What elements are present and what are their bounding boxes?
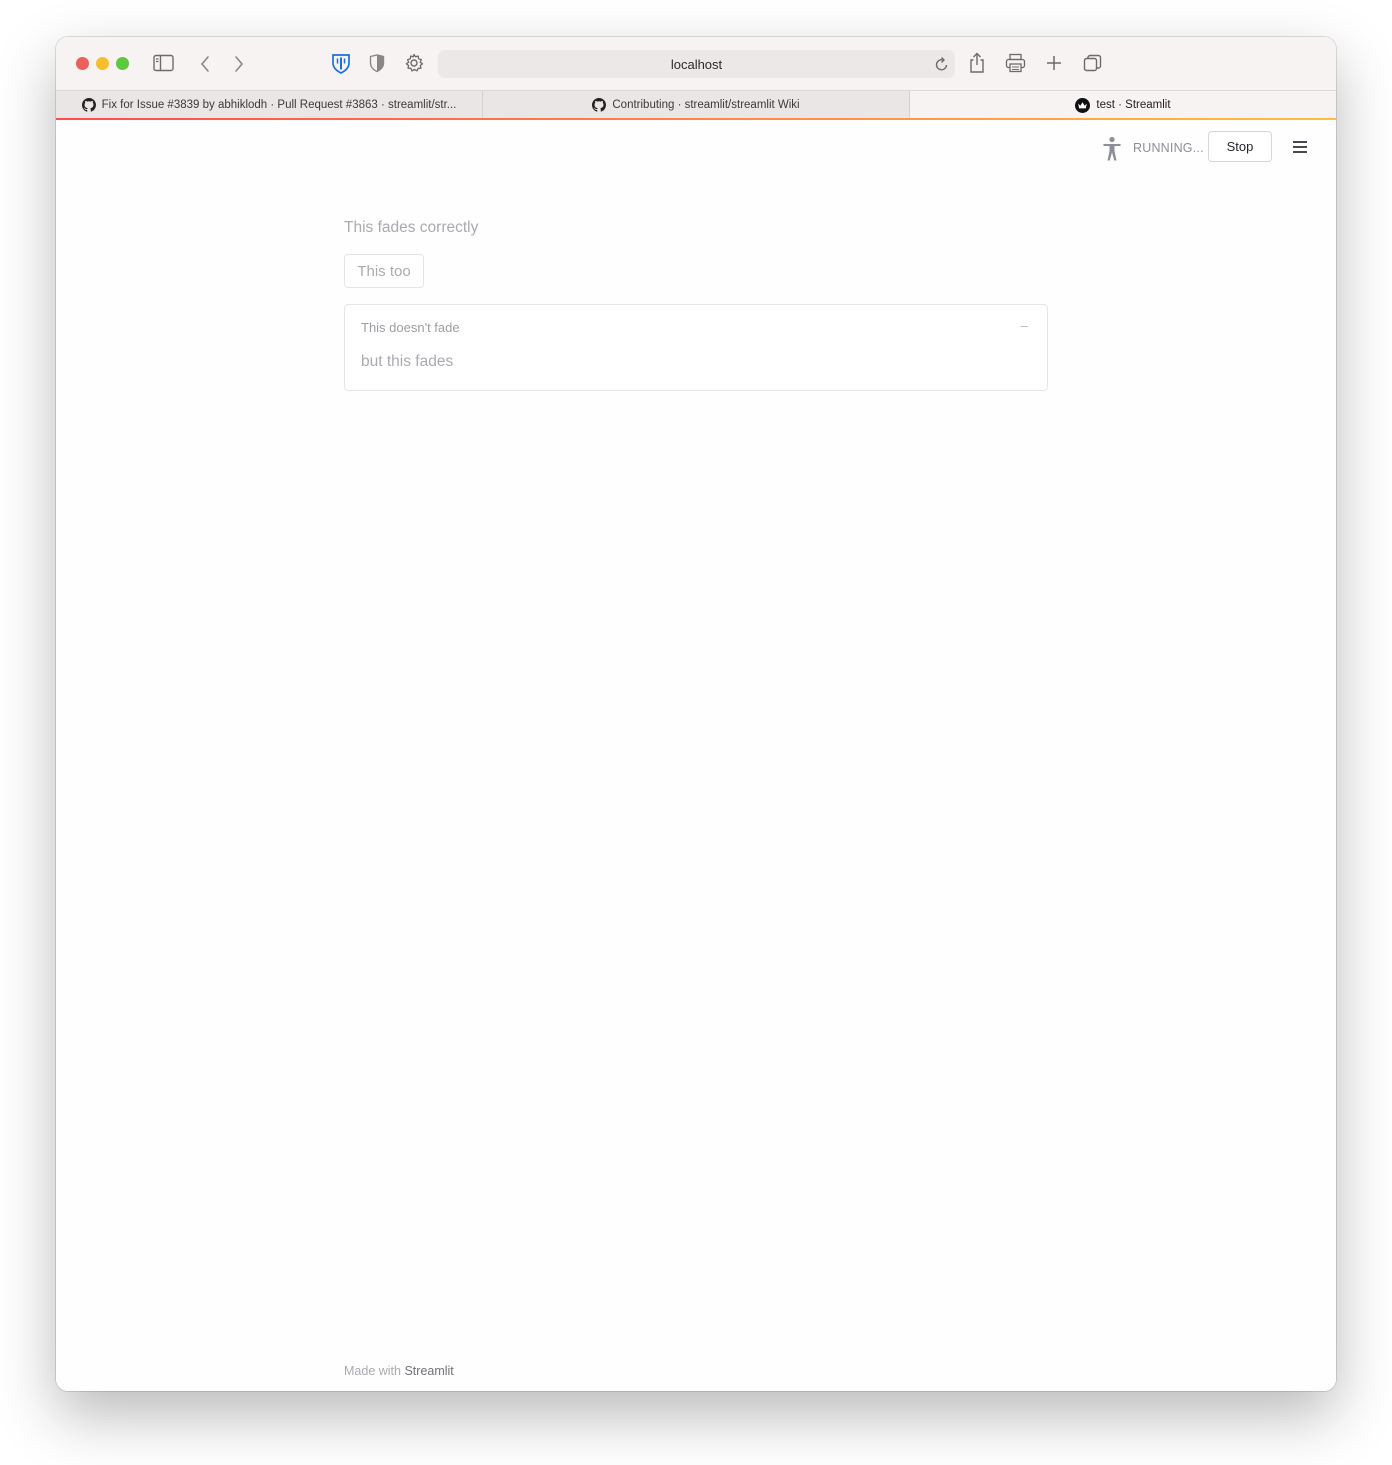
expander-header[interactable]: This doesn't fade [361,320,460,335]
github-icon [81,98,96,112]
app-view: RUNNING... Stop This fades correctly Thi… [56,120,1336,1391]
tab-pull-request[interactable]: Fix for Issue #3839 by abhiklodh · Pull … [56,91,483,119]
footer-streamlit-link[interactable]: Streamlit [404,1364,453,1378]
forward-icon[interactable] [233,55,245,73]
new-tab-icon[interactable] [1046,55,1062,71]
stop-button[interactable]: Stop [1208,131,1272,162]
expander-content: but this fades [361,353,454,370]
streamlit-crown-icon [1075,97,1091,113]
print-icon[interactable] [1005,53,1026,73]
expander: This doesn't fade – but this fades [344,304,1048,391]
browser-toolbar: localhost [56,37,1336,90]
gear-icon[interactable] [404,53,424,73]
faded-text: This fades correctly [344,219,479,236]
reload-icon[interactable] [935,56,949,75]
zoom-window-button[interactable] [116,57,129,70]
footer-prefix: Made with [344,1364,401,1378]
running-status: RUNNING... [1133,141,1204,155]
expander-collapse-icon[interactable]: – [1021,318,1028,333]
footer: Made with Streamlit [344,1364,454,1378]
share-icon[interactable] [968,52,986,74]
github-icon [592,98,607,112]
address-bar[interactable]: localhost [438,50,955,78]
tab-label: test · Streamlit [1096,99,1171,111]
address-text: localhost [670,56,723,72]
sidebar-toggle-icon[interactable] [153,54,174,72]
close-window-button[interactable] [76,57,89,70]
privacy-shield-icon[interactable] [369,54,385,73]
tab-label: Contributing · streamlit/streamlit Wiki [612,99,800,111]
this-too-button[interactable]: This too [344,254,424,288]
tab-bar: Fix for Issue #3839 by abhiklodh · Pull … [56,90,1336,119]
hamburger-menu-icon[interactable] [1292,139,1308,160]
minimize-window-button[interactable] [96,57,109,70]
tab-label: Fix for Issue #3839 by abhiklodh · Pull … [101,99,457,111]
tab-wiki[interactable]: Contributing · streamlit/streamlit Wiki [483,91,910,119]
back-icon[interactable] [199,55,211,73]
bitwarden-extension-icon[interactable] [331,53,351,74]
tab-streamlit-active[interactable]: test · Streamlit [910,91,1336,119]
browser-window: localhost Fix for Issue #3839 by abhiklo… [56,37,1336,1391]
tab-overview-icon[interactable] [1083,54,1102,73]
running-person-icon [1102,136,1122,167]
